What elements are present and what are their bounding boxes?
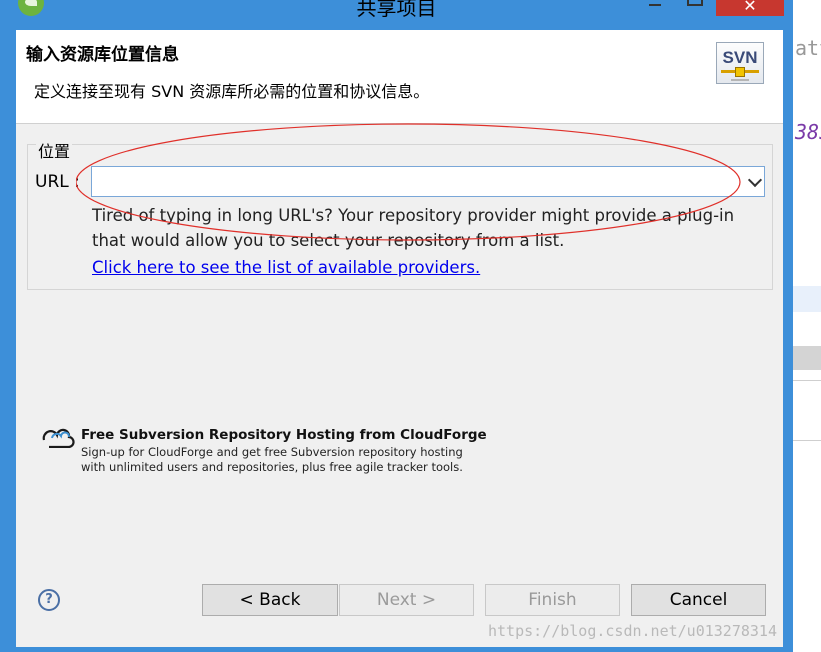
watermark: https://blog.csdn.net/u013278314 bbox=[488, 622, 777, 640]
svn-logo-text: SVN bbox=[722, 48, 758, 67]
url-label: URL : bbox=[35, 172, 80, 192]
annotation-ellipse bbox=[76, 123, 741, 241]
wizard-body: 输入资源库位置信息 定义连接至现有 SVN 资源库所必需的位置和协议信息。 SV… bbox=[16, 30, 783, 647]
page-description: 定义连接至现有 SVN 资源库所必需的位置和协议信息。 bbox=[34, 82, 430, 101]
page-title: 输入资源库位置信息 bbox=[26, 45, 179, 65]
providers-link[interactable]: Click here to see the list of available … bbox=[92, 258, 480, 277]
svn-logo-icon: SVN bbox=[716, 42, 764, 84]
next-button[interactable]: Next > bbox=[339, 584, 474, 616]
svn-logo-tail bbox=[731, 79, 749, 81]
back-button[interactable]: < Back bbox=[202, 584, 338, 616]
close-button[interactable]: ✕ bbox=[716, 0, 784, 16]
cloudforge-logo-icon bbox=[42, 428, 75, 448]
bg-code-fragment: 385 bbox=[795, 120, 821, 144]
bg-code-fragment: att bbox=[795, 36, 821, 60]
help-icon[interactable]: ? bbox=[38, 589, 60, 611]
wizard-header: 输入资源库位置信息 定义连接至现有 SVN 资源库所必需的位置和协议信息。 SV… bbox=[16, 30, 783, 124]
window-title: 共享项目 bbox=[356, 0, 437, 20]
cancel-button[interactable]: Cancel bbox=[631, 584, 766, 616]
dialog-window: 共享项目 ✕ 输入资源库位置信息 定义连接至现有 SVN 资源库所必需的位置和协… bbox=[0, 0, 793, 652]
cloudforge-description-line: Sign-up for CloudForge and get free Subv… bbox=[81, 445, 463, 459]
minimize-button[interactable] bbox=[640, 0, 670, 16]
svn-logo-node bbox=[735, 67, 745, 77]
cloudforge-title: Free Subversion Repository Hosting from … bbox=[81, 427, 487, 443]
close-icon: ✕ bbox=[743, 0, 757, 15]
cloudforge-description-line: with unlimited users and repositories, p… bbox=[81, 460, 463, 474]
cloudforge-description: Sign-up for CloudForge and get free Subv… bbox=[81, 445, 463, 475]
location-group-label: 位置 bbox=[36, 138, 73, 162]
maximize-button[interactable] bbox=[684, 0, 708, 16]
finish-button[interactable]: Finish bbox=[485, 584, 620, 616]
title-bar[interactable]: 共享项目 ✕ bbox=[0, 0, 793, 30]
